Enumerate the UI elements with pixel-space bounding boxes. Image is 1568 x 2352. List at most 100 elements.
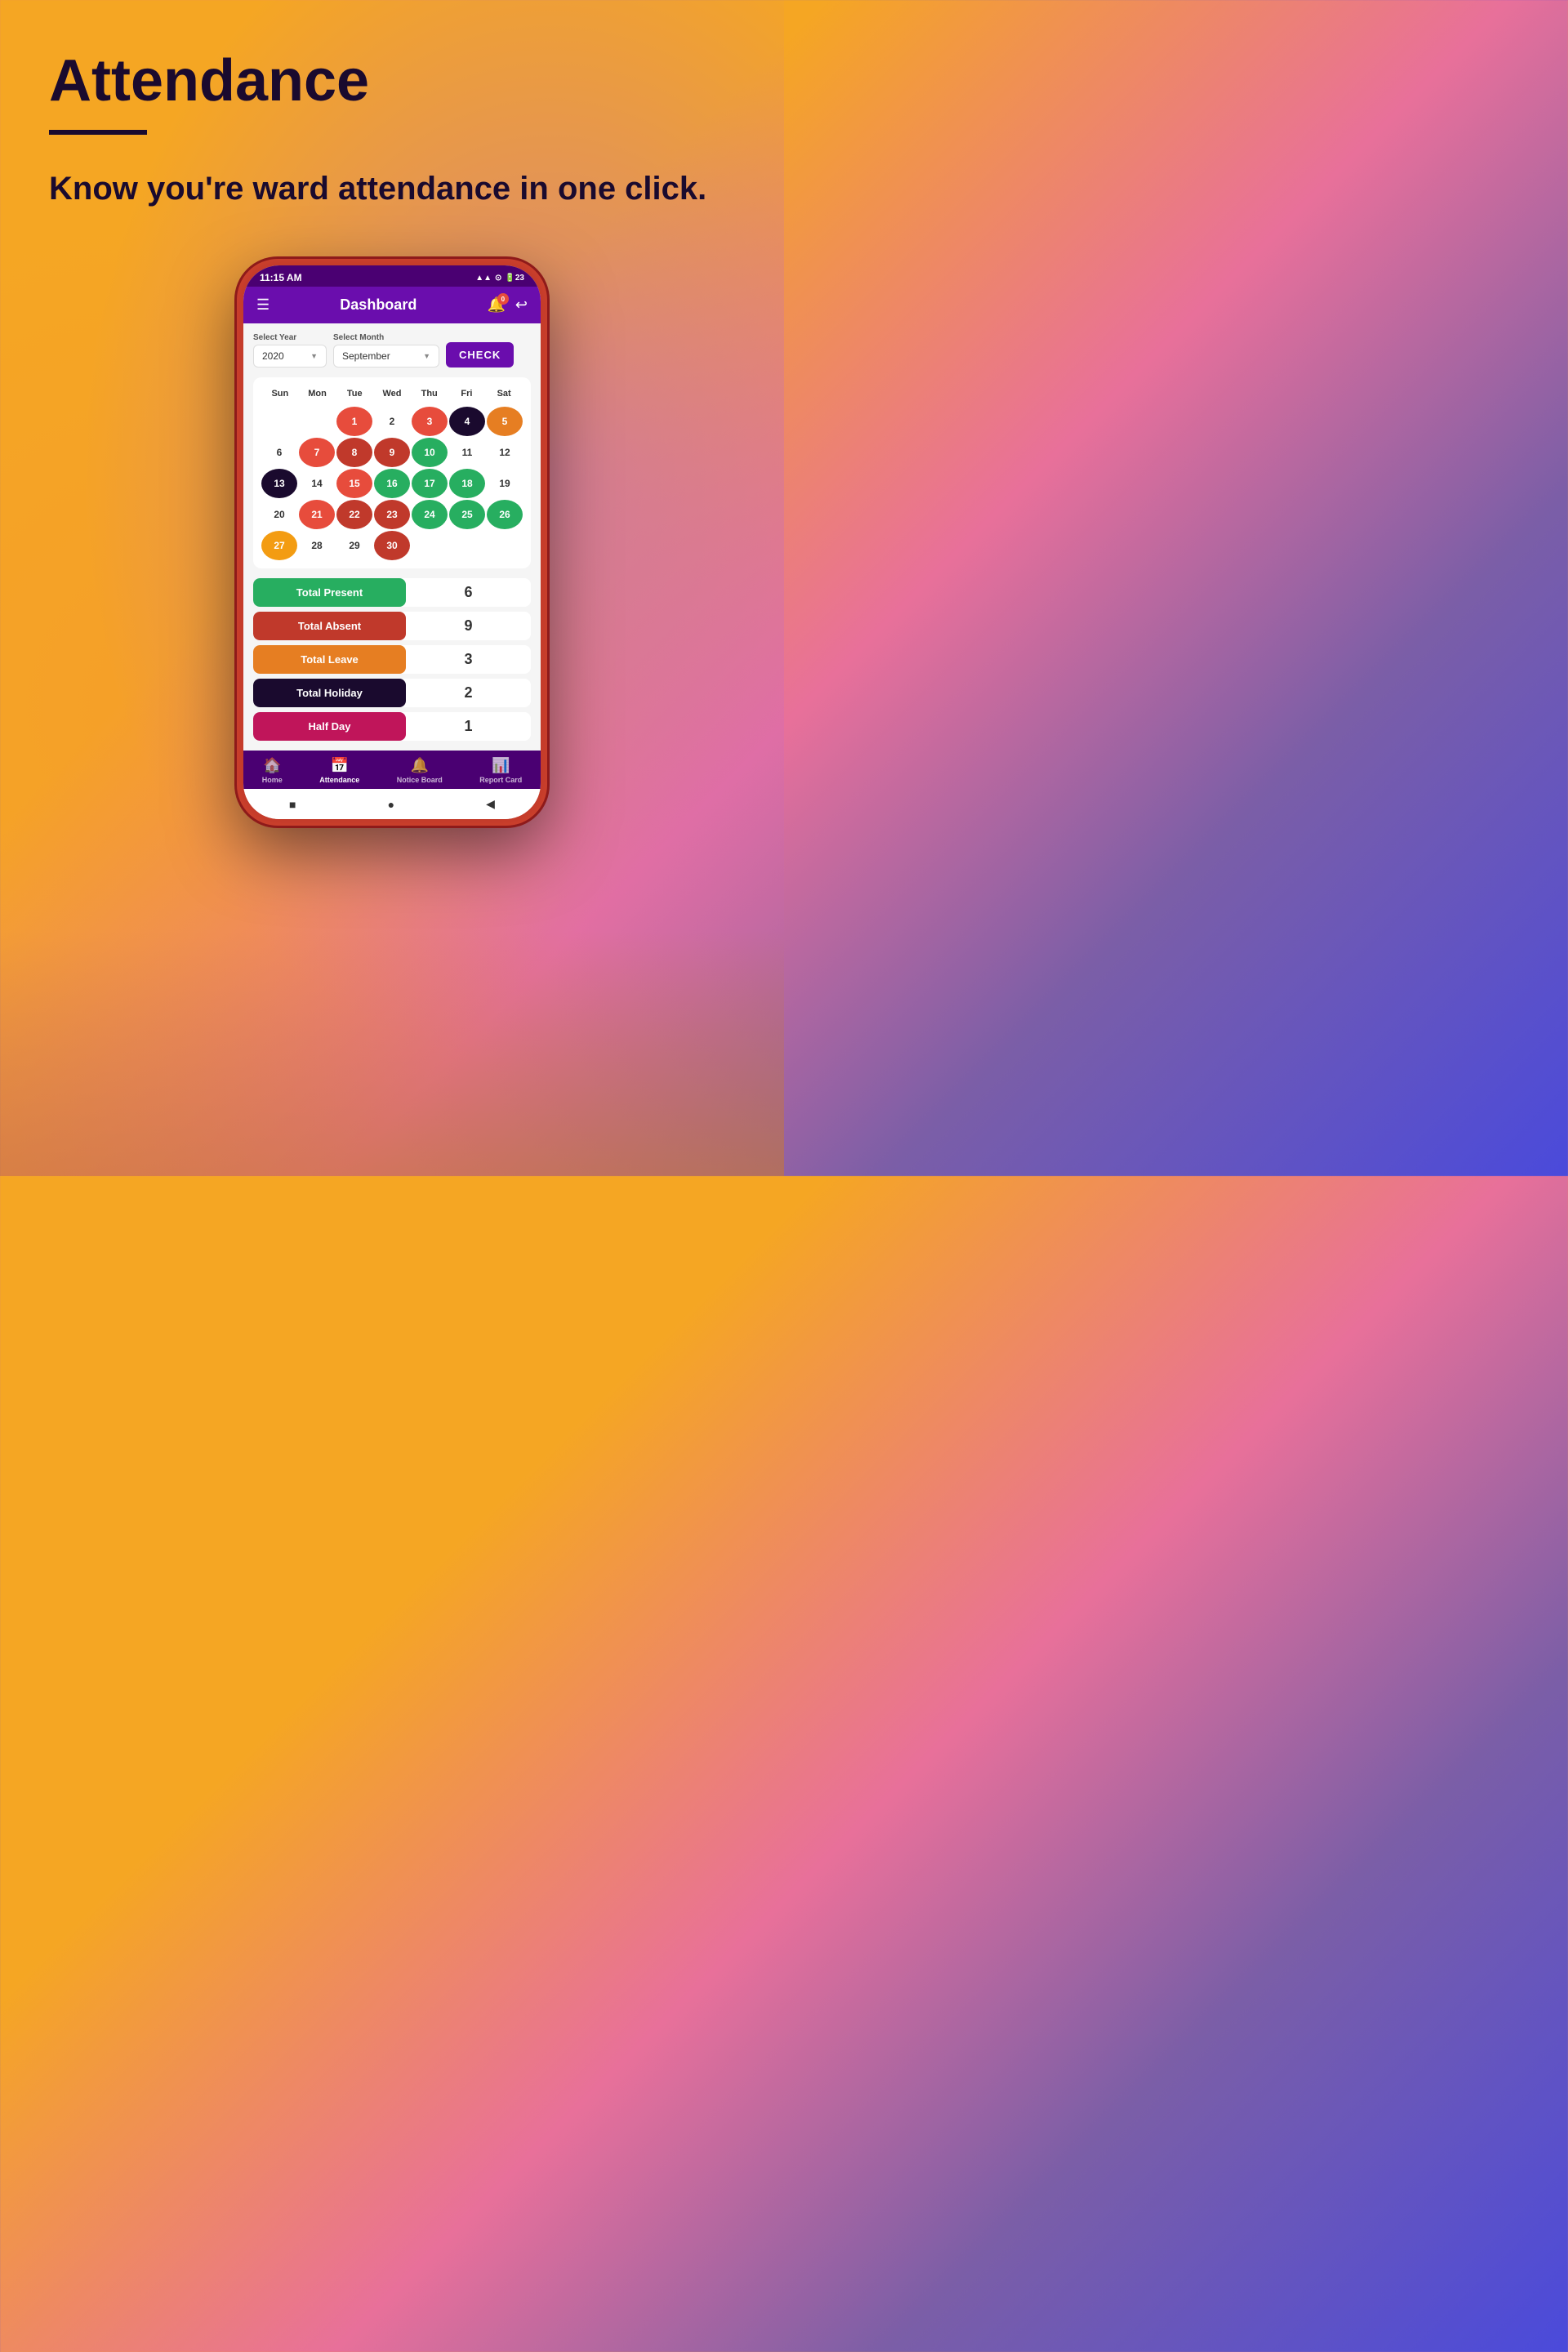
calendar-cell — [261, 407, 297, 436]
nav-item-attendance[interactable]: 📅 Attendance — [319, 757, 359, 784]
nav-item-report-card[interactable]: 📊 Report Card — [479, 757, 522, 784]
status-bar: 11:15 AM ▲▲ ⊙ 🔋23 — [243, 265, 541, 287]
nav-label: Attendance — [319, 776, 359, 784]
month-dropdown-arrow: ▼ — [423, 352, 430, 360]
calendar: SunMonTueWedThuFriSat 123456789101112131… — [253, 377, 531, 568]
calendar-cell[interactable]: 15 — [336, 469, 372, 498]
year-dropdown[interactable]: 2020 ▼ — [253, 345, 327, 368]
calendar-cell[interactable]: 3 — [412, 407, 448, 436]
battery-icon: 🔋23 — [505, 274, 524, 283]
calendar-cell[interactable]: 16 — [374, 469, 410, 498]
app-header: ☰ Dashboard 🔔 0 ↩ — [243, 287, 541, 323]
stat-value: 9 — [406, 617, 531, 635]
title-divider — [49, 130, 147, 135]
calendar-cell[interactable]: 19 — [487, 469, 523, 498]
stat-row-halfday: Half Day1 — [253, 712, 531, 741]
phone-mockup: 11:15 AM ▲▲ ⊙ 🔋23 ☰ Dashboard 🔔 0 ↩ — [0, 259, 784, 826]
nav-item-notice-board[interactable]: 🔔 Notice Board — [397, 757, 443, 784]
calendar-cell[interactable]: 1 — [336, 407, 372, 436]
stat-label: Total Absent — [253, 612, 406, 640]
square-button[interactable]: ■ — [289, 798, 296, 811]
water-background — [0, 931, 784, 1176]
calendar-cell[interactable]: 28 — [299, 531, 335, 560]
wifi-icon: ⊙ — [495, 274, 501, 283]
nav-item-home[interactable]: 🏠Home — [262, 757, 283, 784]
check-button[interactable]: CHECK — [446, 342, 514, 368]
stats-container: Total Present6Total Absent9Total Leave3T… — [253, 578, 531, 741]
calendar-cell[interactable]: 8 — [336, 438, 372, 467]
calendar-cell[interactable]: 27 — [261, 531, 297, 560]
stat-value: 3 — [406, 651, 531, 668]
stat-label: Total Present — [253, 578, 406, 607]
year-selector-group: Select Year 2020 ▼ — [253, 333, 327, 368]
month-selector-group: Select Month September ▼ — [333, 333, 439, 368]
app-content: Select Year 2020 ▼ Select Month Septembe… — [243, 323, 541, 751]
nav-icon: 📅 — [331, 757, 349, 774]
notification-badge: 0 — [497, 293, 509, 305]
hero-subtitle: Know you're ward attendance in one click… — [49, 167, 735, 210]
system-navigation: ■ ● ◀ — [243, 789, 541, 819]
calendar-cell[interactable]: 14 — [299, 469, 335, 498]
day-label-tue: Tue — [336, 385, 373, 402]
calendar-cell[interactable]: 24 — [412, 500, 448, 529]
calendar-cell[interactable]: 23 — [374, 500, 410, 529]
phone-outer-frame: 11:15 AM ▲▲ ⊙ 🔋23 ☰ Dashboard 🔔 0 ↩ — [237, 259, 547, 826]
calendar-cell[interactable]: 30 — [374, 531, 410, 560]
month-value: September — [342, 350, 390, 362]
nav-icon: 🔔 — [411, 757, 429, 774]
calendar-grid: 1234567891011121314151617181920212223242… — [261, 407, 523, 560]
calendar-cell — [449, 531, 485, 560]
day-label-fri: Fri — [448, 385, 486, 402]
calendar-cell[interactable]: 29 — [336, 531, 372, 560]
stat-value: 2 — [406, 684, 531, 702]
calendar-cell[interactable]: 26 — [487, 500, 523, 529]
month-dropdown[interactable]: September ▼ — [333, 345, 439, 368]
stat-label: Total Leave — [253, 645, 406, 674]
calendar-cell[interactable]: 9 — [374, 438, 410, 467]
nav-label: Notice Board — [397, 776, 443, 784]
day-label-sat: Sat — [485, 385, 523, 402]
calendar-cell[interactable]: 18 — [449, 469, 485, 498]
home-button[interactable]: ● — [388, 798, 394, 811]
year-dropdown-arrow: ▼ — [310, 352, 318, 360]
day-label-wed: Wed — [373, 385, 411, 402]
nav-label: Report Card — [479, 776, 522, 784]
nav-icon: 📊 — [492, 757, 510, 774]
back-button[interactable]: ◀ — [486, 797, 495, 811]
calendar-cell[interactable]: 6 — [261, 438, 297, 467]
calendar-cell[interactable]: 2 — [374, 407, 410, 436]
calendar-cell[interactable]: 13 — [261, 469, 297, 498]
year-value: 2020 — [262, 350, 284, 362]
calendar-cell[interactable]: 7 — [299, 438, 335, 467]
calendar-cell — [487, 531, 523, 560]
day-label-mon: Mon — [299, 385, 336, 402]
stat-value: 1 — [406, 718, 531, 735]
signal-icon: ▲▲ — [475, 274, 492, 283]
calendar-cell — [412, 531, 448, 560]
calendar-cell[interactable]: 12 — [487, 438, 523, 467]
calendar-header: SunMonTueWedThuFriSat — [261, 385, 523, 402]
status-icons: ▲▲ ⊙ 🔋23 — [475, 274, 524, 283]
stat-value: 6 — [406, 584, 531, 601]
calendar-cell[interactable]: 20 — [261, 500, 297, 529]
header-title: Dashboard — [340, 296, 416, 314]
day-label-sun: Sun — [261, 385, 299, 402]
calendar-cell[interactable]: 25 — [449, 500, 485, 529]
menu-button[interactable]: ☰ — [256, 296, 270, 314]
calendar-cell[interactable]: 11 — [449, 438, 485, 467]
calendar-cell[interactable]: 4 — [449, 407, 485, 436]
calendar-cell — [299, 407, 335, 436]
calendar-cell[interactable]: 5 — [487, 407, 523, 436]
month-label: Select Month — [333, 333, 439, 342]
notification-button[interactable]: 🔔 0 — [487, 296, 505, 314]
day-label-thu: Thu — [411, 385, 448, 402]
stat-row-present: Total Present6 — [253, 578, 531, 607]
nav-icon: 🏠 — [263, 757, 281, 774]
calendar-cell[interactable]: 10 — [412, 438, 448, 467]
stat-label: Total Holiday — [253, 679, 406, 707]
back-button[interactable]: ↩ — [515, 296, 528, 314]
stat-label: Half Day — [253, 712, 406, 741]
calendar-cell[interactable]: 17 — [412, 469, 448, 498]
calendar-cell[interactable]: 21 — [299, 500, 335, 529]
calendar-cell[interactable]: 22 — [336, 500, 372, 529]
